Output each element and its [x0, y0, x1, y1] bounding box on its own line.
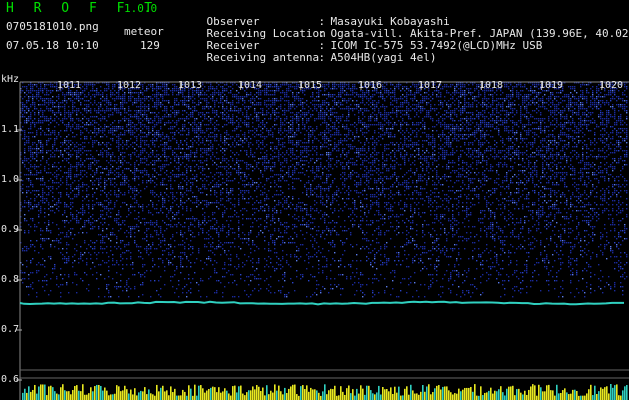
y-tick-label: 1.0: [1, 174, 20, 185]
info-value: A504HB(yagi 4el): [330, 51, 437, 64]
bottom-band: [22, 384, 628, 400]
x-tick-label: 1020: [599, 80, 624, 91]
datetime: 07.05.18 10:10: [6, 39, 99, 52]
spectrogram-window: H R O F F T 1.0.0 0705181010.png meteor …: [0, 0, 629, 400]
x-tick-label: 1018: [479, 80, 504, 91]
file-name: 0705181010.png: [6, 20, 99, 33]
x-tick-label: 1017: [418, 80, 443, 91]
carrier-trace: [19, 300, 624, 306]
y-tick-label: 1.1: [1, 124, 20, 135]
info-sep: :: [318, 51, 326, 64]
y-tick-label: 0.8: [1, 274, 20, 285]
x-tick-label: 1011: [57, 80, 82, 91]
y-axis-unit: kHz: [1, 74, 20, 85]
noise-field: [20, 82, 628, 298]
y-tick-label: 0.9: [1, 224, 20, 235]
info-row-antenna: Receiving antenna: A504HB(yagi 4el): [180, 40, 437, 76]
x-tick-label: 1012: [117, 80, 142, 91]
x-tick-label: 1019: [539, 80, 564, 91]
app-version: 1.0.0: [124, 2, 158, 15]
x-tick-label: 1014: [238, 80, 263, 91]
x-tick-label: 1013: [178, 80, 203, 91]
y-tick-label: 0.6: [1, 374, 20, 385]
meteor-count: 129: [140, 39, 160, 52]
x-tick-label: 1015: [298, 80, 323, 91]
meteor-label: meteor: [124, 25, 164, 38]
info-key: Receiving antenna: [206, 51, 320, 64]
x-tick-label: 1016: [358, 80, 383, 91]
y-tick-label: 0.7: [1, 324, 20, 335]
